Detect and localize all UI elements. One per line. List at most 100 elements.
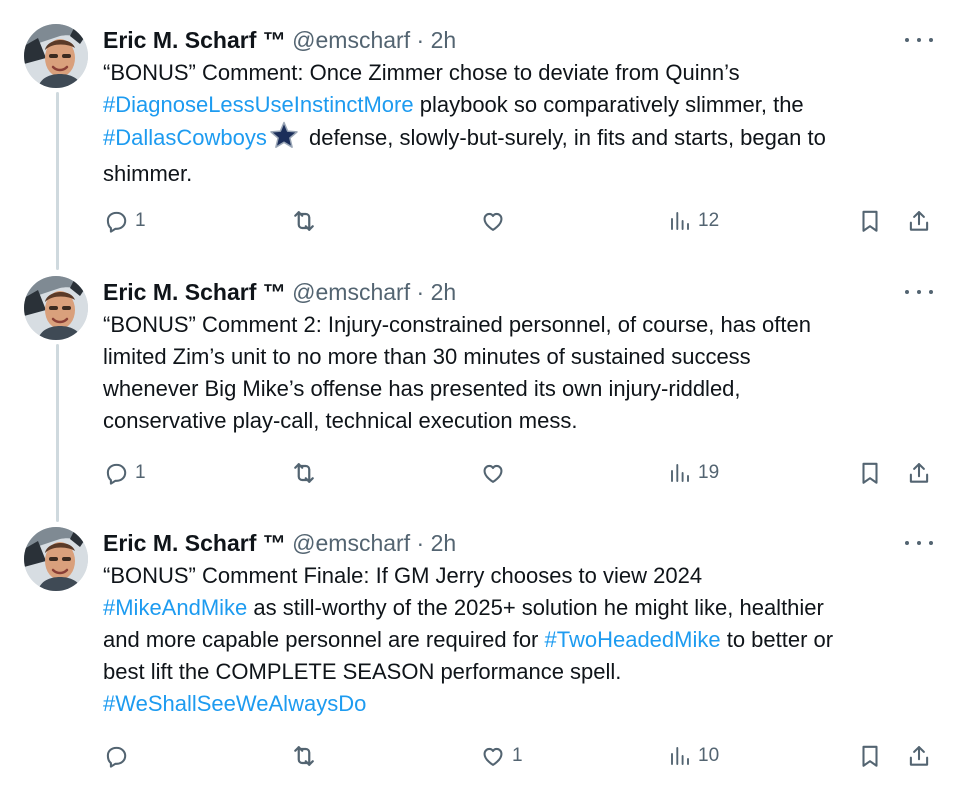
views-count: 10 [698,745,720,766]
like-button[interactable] [480,203,512,239]
text-segment: and more capable personnel are required … [103,627,545,652]
tweet-text-line: whenever Big Mike’s offense has presente… [103,373,943,405]
tweet-actions: 1 12 [0,203,960,239]
tweet-text-line: #DallasCowboys defense, slowly-but-surel… [103,121,943,158]
tweet-text-line: and more capable personnel are required … [103,624,943,656]
views-button[interactable]: 10 [668,738,719,774]
bookmark-button[interactable] [857,455,883,491]
author-name[interactable]: Eric M. Scharf ™ [103,530,286,556]
reply-icon [103,743,129,769]
author-name[interactable]: Eric M. Scharf ™ [103,279,286,305]
tweet-text-line: “BONUS” Comment Finale: If GM Jerry choo… [103,560,943,592]
text-segment: limited Zim’s unit to no more than 30 mi… [103,344,751,369]
tweet-text-line: best lift the COMPLETE SEASON performanc… [103,656,943,688]
like-button[interactable]: 1 [480,738,523,774]
tweet-text: “BONUS” Comment: Once Zimmer chose to de… [103,57,943,190]
thread-line [56,344,59,522]
timestamp[interactable]: 2h [431,27,457,53]
views-count: 19 [698,462,720,483]
reply-button[interactable]: 1 [103,455,146,491]
text-segment: best lift the COMPLETE SEASON performanc… [103,659,622,684]
hashtag-link[interactable]: #TwoHeadedMike [545,627,721,652]
text-segment: playbook so comparatively slimmer, the [413,92,804,117]
heart-icon [480,743,506,769]
tweet-header: Eric M. Scharf ™ @emscharf · 2h [103,276,456,308]
views-button[interactable]: 19 [668,455,719,491]
reply-icon [103,208,129,234]
text-segment: as still-worthy of the 2025+ solution he… [247,595,824,620]
tweet-text: “BONUS” Comment 2: Injury-constrained pe… [103,309,943,437]
text-segment: to better or [720,627,834,652]
tweet-text-line: limited Zim’s unit to no more than 30 mi… [103,341,943,373]
hashtag-link[interactable]: #DallasCowboys [103,125,267,150]
share-icon [906,743,932,769]
avatar[interactable] [24,276,88,340]
hashtag-link[interactable]: #WeShallSeeWeAlwaysDo [103,691,366,716]
share-button[interactable] [906,203,932,239]
hashtag-link[interactable]: #MikeAndMike [103,595,247,620]
text-segment: whenever Big Mike’s offense has presente… [103,376,741,401]
tweet-text-line: shimmer. [103,158,943,190]
repost-button[interactable] [290,203,324,239]
author-name[interactable]: Eric M. Scharf ™ [103,27,286,53]
repost-button[interactable] [290,455,324,491]
timestamp[interactable]: 2h [431,530,457,556]
repost-icon [290,459,318,487]
tweet-header: Eric M. Scharf ™ @emscharf · 2h [103,24,456,56]
reply-button[interactable]: 1 [103,203,146,239]
bar-chart-icon [668,744,692,768]
timestamp[interactable]: 2h [431,279,457,305]
author-handle[interactable]: @emscharf [292,530,410,556]
repost-icon [290,742,318,770]
tweet-header: Eric M. Scharf ™ @emscharf · 2h [103,527,456,559]
tweet-text-line: #WeShallSeeWeAlwaysDo [103,688,943,720]
views-count: 12 [698,210,720,231]
bar-chart-icon [668,461,692,485]
repost-icon [290,207,318,235]
views-button[interactable]: 12 [668,203,719,239]
bookmark-button[interactable] [857,738,883,774]
text-segment: conservative play-call, technical execut… [103,408,578,433]
share-icon [906,460,932,486]
avatar[interactable] [24,24,88,88]
heart-icon [480,460,506,486]
cowboys-star-icon[interactable] [269,121,299,158]
reply-button[interactable] [103,738,135,774]
share-icon [906,208,932,234]
separator-dot: · [416,27,425,53]
tweet-actions: 1 19 [0,455,960,491]
tweet-text-line: “BONUS” Comment: Once Zimmer chose to de… [103,57,943,89]
more-options-icon[interactable] [905,30,933,50]
replies-count: 1 [135,462,146,483]
bookmark-icon [857,208,883,234]
more-options-icon[interactable] [905,282,933,302]
separator-dot: · [416,530,425,556]
tweet-text-line: #DiagnoseLessUseInstinctMore playbook so… [103,89,943,121]
more-options-icon[interactable] [905,533,933,553]
thread-line [56,92,59,270]
share-button[interactable] [906,455,932,491]
separator-dot: · [416,279,425,305]
like-button[interactable] [480,455,512,491]
avatar[interactable] [24,527,88,591]
bookmark-icon [857,743,883,769]
tweet-text: “BONUS” Comment Finale: If GM Jerry choo… [103,560,943,720]
likes-count: 1 [512,745,523,766]
text-segment: “BONUS” Comment Finale: If GM Jerry choo… [103,563,703,588]
text-segment: defense, slowly-but-surely, in fits and … [302,125,826,150]
author-handle[interactable]: @emscharf [292,27,410,53]
text-segment: “BONUS” Comment 2: Injury-constrained pe… [103,312,811,337]
share-button[interactable] [906,738,932,774]
author-handle[interactable]: @emscharf [292,279,410,305]
tweet-text-line: #MikeAndMike as still-worthy of the 2025… [103,592,943,624]
bar-chart-icon [668,209,692,233]
heart-icon [480,208,506,234]
repost-button[interactable] [290,738,324,774]
tweet-actions: 1 10 [0,738,960,774]
text-segment: shimmer. [103,161,193,186]
tweet-text-line: “BONUS” Comment 2: Injury-constrained pe… [103,309,943,341]
replies-count: 1 [135,210,146,231]
hashtag-link[interactable]: #DiagnoseLessUseInstinctMore [103,92,414,117]
bookmark-icon [857,460,883,486]
bookmark-button[interactable] [857,203,883,239]
